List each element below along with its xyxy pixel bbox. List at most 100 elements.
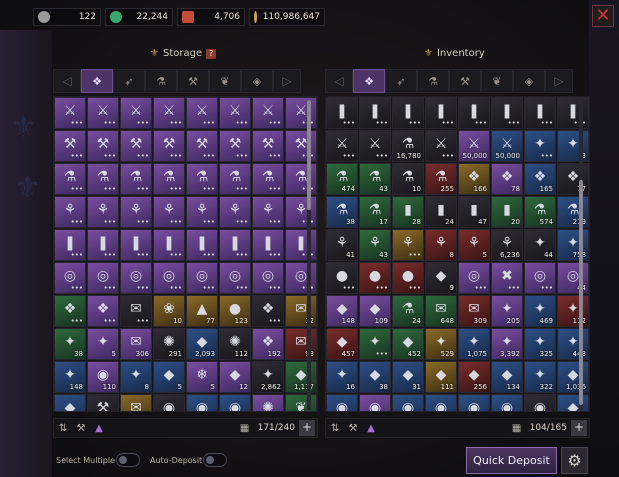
item-slot[interactable]: ◆ 9 xyxy=(425,262,457,294)
item-slot[interactable]: ⚒••• xyxy=(186,130,218,162)
item-slot[interactable]: ◆ 1,036 xyxy=(557,361,589,393)
item-slot[interactable]: ⚘ 43 xyxy=(359,229,391,261)
item-slot[interactable]: ⚗ 255 xyxy=(425,163,457,195)
item-slot[interactable]: ● ••• xyxy=(326,262,358,294)
item-slot[interactable]: ✺••• xyxy=(252,394,284,411)
item-slot[interactable]: ❀ 10 xyxy=(153,295,185,327)
item-slot[interactable]: ⚔ 50,000 xyxy=(491,130,523,162)
item-slot[interactable]: ⚔••• xyxy=(326,130,358,162)
tab-weapons[interactable]: ➶ xyxy=(113,69,145,93)
item-slot[interactable]: ⚘••• xyxy=(87,196,119,228)
item-slot[interactable]: ◆ 31 xyxy=(392,361,424,393)
item-slot[interactable]: ⚗ 38 xyxy=(326,196,358,228)
item-slot[interactable]: ◆ 38 xyxy=(359,361,391,393)
item-slot[interactable]: ◆ 111 xyxy=(425,361,457,393)
item-slot[interactable]: ⚘••• xyxy=(54,196,86,228)
item-slot[interactable]: ⚔••• xyxy=(87,97,119,129)
item-slot[interactable]: ❚••• xyxy=(491,97,523,129)
item-slot[interactable]: ● ••• xyxy=(359,262,391,294)
item-slot[interactable]: ✦ 322 xyxy=(524,361,556,393)
item-slot[interactable]: ❚••• xyxy=(425,97,457,129)
item-slot[interactable]: ⚗ 16,780 xyxy=(392,130,424,162)
item-slot[interactable]: ◎••• xyxy=(252,262,284,294)
item-slot[interactable]: ❖ ••• xyxy=(87,295,119,327)
item-slot[interactable]: ✉ 306 xyxy=(120,328,152,360)
item-slot[interactable]: ◎••• xyxy=(458,262,490,294)
item-slot[interactable]: ◎••• xyxy=(120,262,152,294)
item-slot[interactable]: ⚘••• xyxy=(186,196,218,228)
item-slot[interactable]: ⚒••• xyxy=(153,130,185,162)
item-slot[interactable]: ◉1,985 xyxy=(458,394,490,411)
item-slot[interactable]: ◎••• xyxy=(186,262,218,294)
item-slot[interactable]: ⚒••• xyxy=(120,130,152,162)
item-slot[interactable]: ❚••• xyxy=(54,229,86,261)
item-slot[interactable]: ⚗••• xyxy=(120,163,152,195)
item-slot[interactable]: ⚘••• xyxy=(392,229,424,261)
item-slot[interactable]: ◆ 1,117 xyxy=(285,361,317,393)
item-slot[interactable]: ✦ 1,075 xyxy=(458,328,490,360)
tab-next-arrow-icon[interactable]: ▷ xyxy=(273,69,301,93)
rarity-filter-icon[interactable]: ▲ xyxy=(90,419,108,437)
item-slot[interactable]: ✦ 148 xyxy=(54,361,86,393)
item-slot[interactable]: ◆ 148 xyxy=(326,295,358,327)
item-slot[interactable]: ◆ 12 xyxy=(219,361,251,393)
inventory-scroll-thumb[interactable] xyxy=(579,180,583,405)
item-slot[interactable]: ◆ 2,093 xyxy=(186,328,218,360)
item-slot[interactable]: ◎••• xyxy=(153,262,185,294)
item-slot[interactable]: ⚔••• xyxy=(120,97,152,129)
tab-all[interactable]: ❖ xyxy=(353,69,385,93)
item-slot[interactable]: ⚗ 17 xyxy=(359,196,391,228)
item-slot[interactable]: ◉ 110 xyxy=(87,361,119,393)
item-slot[interactable]: ❚••• xyxy=(120,229,152,261)
item-slot[interactable]: ▮ 47 xyxy=(458,196,490,228)
quick-deposit-button[interactable]: Quick Deposit xyxy=(466,447,557,474)
help-button[interactable]: ? xyxy=(206,48,217,59)
item-slot[interactable]: ⚗••• xyxy=(54,163,86,195)
item-slot[interactable]: ⚔••• xyxy=(252,97,284,129)
item-slot[interactable]: ✦ 2,862 xyxy=(252,361,284,393)
tab-materials[interactable]: ❦ xyxy=(209,69,241,93)
item-slot[interactable]: ⚗••• xyxy=(87,163,119,195)
item-slot[interactable]: ◎••• xyxy=(54,262,86,294)
item-slot[interactable]: ⚘ 6,236 xyxy=(491,229,523,261)
item-slot[interactable]: ❚••• xyxy=(524,97,556,129)
item-slot[interactable]: ◆18 xyxy=(557,394,589,411)
item-slot[interactable]: ◎44 xyxy=(557,262,589,294)
item-slot[interactable]: ⚒••• xyxy=(252,130,284,162)
item-slot[interactable]: ✦ 469 xyxy=(524,295,556,327)
item-slot[interactable]: ❚••• xyxy=(557,97,589,129)
tab-prev-arrow-icon[interactable]: ◁ xyxy=(325,69,353,93)
item-slot[interactable]: ✦ 16 xyxy=(326,361,358,393)
anvil-icon[interactable]: ⚒ xyxy=(344,419,362,437)
item-slot[interactable]: ◆••• xyxy=(54,394,86,411)
select-multiple-toggle[interactable] xyxy=(116,453,140,467)
rarity-filter-icon[interactable]: ▲ xyxy=(362,419,380,437)
item-slot[interactable]: ⚒••• xyxy=(219,130,251,162)
item-slot[interactable]: ❚••• xyxy=(219,229,251,261)
item-slot[interactable]: ❚••• xyxy=(252,229,284,261)
item-slot[interactable]: ◆ 256 xyxy=(458,361,490,393)
tab-crafting[interactable]: ⚒ xyxy=(449,69,481,93)
item-slot[interactable]: ⚗••• xyxy=(219,163,251,195)
sort-icon[interactable]: ⇅ xyxy=(54,419,72,437)
item-slot[interactable]: ⚔••• xyxy=(425,130,457,162)
tab-potions[interactable]: ⚗ xyxy=(145,69,177,93)
item-slot[interactable]: ⚘ 8 xyxy=(425,229,457,261)
item-slot[interactable]: ⚘••• xyxy=(120,196,152,228)
item-slot[interactable]: ❄ 5 xyxy=(186,361,218,393)
item-slot[interactable]: ✺ 112 xyxy=(219,328,251,360)
item-slot[interactable]: ◎••• xyxy=(219,262,251,294)
item-slot[interactable]: ◉••• xyxy=(524,394,556,411)
item-slot[interactable]: ◆ 457 xyxy=(326,328,358,360)
item-slot[interactable]: ❖ ••• xyxy=(252,295,284,327)
item-slot[interactable]: ❖ ••• xyxy=(54,295,86,327)
item-slot[interactable]: ⚒••• xyxy=(87,394,119,411)
item-slot[interactable]: ▲ 77 xyxy=(186,295,218,327)
item-slot[interactable]: ✦ 205 xyxy=(491,295,523,327)
item-slot[interactable]: ⚘••• xyxy=(252,196,284,228)
item-slot[interactable]: ❦••• xyxy=(285,394,317,411)
tab-bags[interactable]: ◈ xyxy=(513,69,545,93)
item-slot[interactable]: ● ••• xyxy=(392,262,424,294)
item-slot[interactable]: ⚔••• xyxy=(186,97,218,129)
item-slot[interactable]: ✦ 529 xyxy=(425,328,457,360)
